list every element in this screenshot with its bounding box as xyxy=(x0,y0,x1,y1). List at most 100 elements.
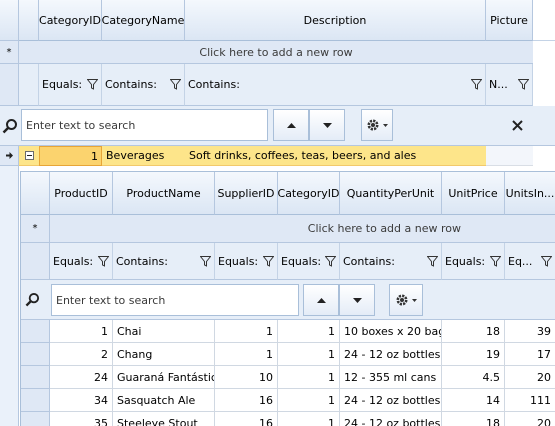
table-row-header[interactable] xyxy=(21,389,50,412)
cell-categoryid[interactable]: 1 xyxy=(278,389,340,412)
filter-productname[interactable]: Contains: xyxy=(113,243,215,280)
detail-new-row[interactable]: Click here to add a new row xyxy=(50,215,555,243)
master-new-row[interactable]: Click here to add a new row xyxy=(19,41,533,64)
cell-productname[interactable]: Chang xyxy=(113,343,215,366)
column-header-description[interactable]: Description xyxy=(185,0,486,41)
funnel-icon[interactable] xyxy=(98,255,109,267)
cell-quantityperunit[interactable]: 12 - 355 ml cans xyxy=(340,366,442,389)
filter-productid-operator: Equals: xyxy=(53,254,94,268)
cell-supplierid[interactable]: 1 xyxy=(215,320,278,343)
funnel-icon[interactable] xyxy=(518,79,529,90)
cell-unitprice[interactable]: 14 xyxy=(442,389,505,412)
cell-unitsinstock[interactable]: 17 xyxy=(505,343,555,366)
cell-categoryid[interactable]: 1 xyxy=(278,343,340,366)
close-icon[interactable] xyxy=(512,120,523,131)
cell-unitsinstock[interactable]: 111 xyxy=(505,389,555,412)
cell-supplierid[interactable]: 16 xyxy=(215,389,278,412)
detail-search-input[interactable] xyxy=(51,284,299,316)
cell-unitprice[interactable]: 18 xyxy=(442,320,505,343)
funnel-icon[interactable] xyxy=(490,255,501,267)
master-cell-picture[interactable] xyxy=(486,146,533,166)
funnel-icon[interactable] xyxy=(325,255,336,267)
cell-categoryid[interactable]: 1 xyxy=(278,320,340,343)
funnel-icon[interactable] xyxy=(87,79,98,90)
column-header-unitprice[interactable]: UnitPrice xyxy=(442,172,505,215)
filter-categoryid-detail[interactable]: Equals: xyxy=(278,243,340,280)
cell-quantityperunit[interactable]: 10 boxes x 20 bags xyxy=(340,320,442,343)
cell-quantityperunit[interactable]: 24 - 12 oz bottles xyxy=(340,412,442,426)
table-row-header[interactable] xyxy=(21,412,50,426)
cell-unitprice[interactable]: 19 xyxy=(442,343,505,366)
cell-unitsinstock[interactable]: 20 xyxy=(505,412,555,426)
funnel-icon[interactable] xyxy=(427,255,438,267)
gear-icon xyxy=(367,119,379,131)
filter-supplierid[interactable]: Equals: xyxy=(215,243,278,280)
table-row-header[interactable] xyxy=(21,366,50,389)
column-header-categoryid[interactable]: CategoryID xyxy=(278,172,340,215)
column-header-categoryid[interactable]: CategoryID xyxy=(39,0,102,41)
detail-find-prev-button[interactable] xyxy=(303,284,339,316)
triangle-up-icon xyxy=(316,297,326,303)
cell-categoryid[interactable]: 1 xyxy=(278,366,340,389)
cell-productid[interactable]: 2 xyxy=(50,343,113,366)
table-row-header[interactable] xyxy=(21,320,50,343)
master-header-blank xyxy=(19,0,39,41)
funnel-icon[interactable] xyxy=(471,79,482,90)
filter-description-operator: Contains: xyxy=(188,78,240,91)
cell-productid[interactable]: 1 xyxy=(50,320,113,343)
filter-unitsinstock[interactable]: Eq... xyxy=(505,243,555,280)
master-find-prev-button[interactable] xyxy=(273,109,309,141)
column-header-productid[interactable]: ProductID xyxy=(50,172,113,215)
column-header-categoryname[interactable]: CategoryName xyxy=(102,0,185,41)
master-header-filler xyxy=(533,0,555,41)
funnel-icon[interactable] xyxy=(200,255,211,267)
column-header-supplierid[interactable]: SupplierID xyxy=(215,172,278,215)
detail-search-options-button[interactable] xyxy=(389,284,423,316)
master-cell-categoryid[interactable]: 1 xyxy=(39,146,102,166)
cell-productid[interactable]: 34 xyxy=(50,389,113,412)
triangle-down-icon xyxy=(322,122,332,128)
cell-productid[interactable]: 35 xyxy=(50,412,113,426)
triangle-down-icon xyxy=(352,297,362,303)
master-search-options-button[interactable] xyxy=(361,109,393,141)
funnel-icon[interactable] xyxy=(263,255,274,267)
cell-productname[interactable]: Sasquatch Ale xyxy=(113,389,215,412)
cell-quantityperunit[interactable]: 24 - 12 oz bottles xyxy=(340,343,442,366)
cell-unitsinstock[interactable]: 39 xyxy=(505,320,555,343)
filter-description[interactable]: Contains: xyxy=(185,64,486,106)
master-search-input[interactable] xyxy=(21,109,268,141)
detail-find-next-button[interactable] xyxy=(339,284,375,316)
cell-unitprice[interactable]: 4.5 xyxy=(442,366,505,389)
column-header-productname[interactable]: ProductName xyxy=(113,172,215,215)
filter-productid[interactable]: Equals: xyxy=(50,243,113,280)
cell-unitsinstock[interactable]: 20 xyxy=(505,366,555,389)
filter-quantityperunit-operator: Contains: xyxy=(343,254,395,268)
cell-productname[interactable]: Steeleye Stout xyxy=(113,412,215,426)
master-find-next-button[interactable] xyxy=(309,109,345,141)
cell-productname[interactable]: Chai xyxy=(113,320,215,343)
column-header-picture[interactable]: Picture xyxy=(486,0,533,41)
filter-quantityperunit[interactable]: Contains: xyxy=(340,243,442,280)
cell-categoryid[interactable]: 1 xyxy=(278,412,340,426)
master-row-indicator[interactable] xyxy=(0,146,19,166)
filter-categoryname[interactable]: Contains: xyxy=(102,64,185,106)
table-row-header[interactable] xyxy=(21,343,50,366)
master-filter-rowhdr xyxy=(0,64,19,106)
cell-unitprice[interactable]: 18 xyxy=(442,412,505,426)
funnel-icon[interactable] xyxy=(541,255,552,267)
cell-productid[interactable]: 24 xyxy=(50,366,113,389)
cell-quantityperunit[interactable]: 24 - 12 oz bottles xyxy=(340,389,442,412)
cell-supplierid[interactable]: 1 xyxy=(215,343,278,366)
funnel-icon[interactable] xyxy=(170,79,181,90)
cell-productname[interactable]: Guaraná Fantástica xyxy=(113,366,215,389)
filter-unitprice[interactable]: Equals: xyxy=(442,243,505,280)
master-cell-description[interactable]: Soft drinks, coffees, teas, beers, and a… xyxy=(185,146,486,166)
filter-categoryid[interactable]: Equals: xyxy=(39,64,102,106)
cell-supplierid[interactable]: 16 xyxy=(215,412,278,426)
column-header-unitsinstock[interactable]: UnitsIn... xyxy=(505,172,555,215)
column-header-quantityperunit[interactable]: QuantityPerUnit xyxy=(340,172,442,215)
filter-picture[interactable]: N... xyxy=(486,64,533,106)
cell-supplierid[interactable]: 10 xyxy=(215,366,278,389)
master-row-expand-cell[interactable] xyxy=(19,146,39,166)
master-cell-categoryname[interactable]: Beverages xyxy=(102,146,185,166)
